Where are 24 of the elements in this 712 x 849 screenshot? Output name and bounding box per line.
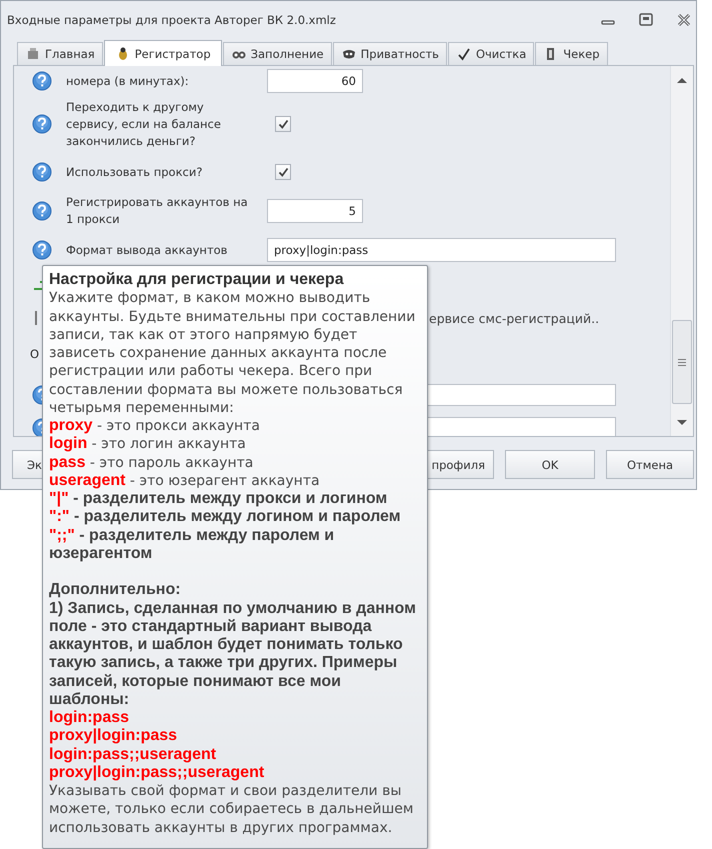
section-heading: Дополнительно: (49, 581, 182, 600)
example-format: login:pass (49, 709, 130, 728)
tooltip-text: 1) Запись, сделанная по умолчанию в данном поле - это стандартный вариант вывода аккаунтов, и шаблон будет понимать только такую запись, а также три других. Примеры записей, которые понимают все мои шаблоны: (49, 600, 417, 709)
tooltip-text: Указывать свой формат и свои разделители вы можете, только если собираетесь в дальнейшем использовать аккаунты в других программах. (49, 782, 414, 837)
example-format: proxy|login:pass (49, 727, 178, 746)
variable-line: proxy - это прокси аккаунта (49, 417, 261, 436)
variable-line: useragent - это юзерагент аккаунта (49, 472, 321, 490)
setting-label: Использовать прокси? (66, 164, 204, 180)
separator-line: ";;" - разделитель между паролем и юзерагентом (49, 526, 336, 563)
example-format: login:pass;;useragent (49, 746, 218, 764)
setting-label: номера (в минутах): (66, 72, 190, 90)
separator-line: "|" - разделитель между прокси и логином (49, 490, 388, 508)
tooltip-title: Настройка для регистрации и чекера (49, 271, 345, 290)
tooltip-text: Укажите формат, в каком можно выводить аккаунты. Будьте внимательны при составлении записи, так как от этого напрямую будет зависеть сохранение данных аккаунта после регистрации или работы чекера. Всего при составлении формата вы можете пользоваться четырьмя переменными: (49, 289, 416, 417)
setting-label: Формат вывода аккаунтов (66, 242, 228, 258)
window-title: Входные параметры для проекта Авторег ВК 2.0.xmlz (7, 13, 337, 27)
section-label: О (30, 347, 40, 361)
setting-label: Переходить к другому сервису, если на балансе закончились деньги? (66, 98, 222, 150)
setting-label: Регистрировать аккаунтов на 1 прокси (66, 194, 249, 228)
separator-line: ":" - разделитель между логином и паролем (49, 508, 402, 526)
example-format: proxy|login:pass;;useragent (49, 764, 266, 782)
note-text: ервисе смс-регистраций.. (429, 310, 600, 326)
variable-line: login - это логин аккаунта (49, 435, 247, 454)
variable-line: pass - это пароль аккаунта (49, 454, 254, 472)
